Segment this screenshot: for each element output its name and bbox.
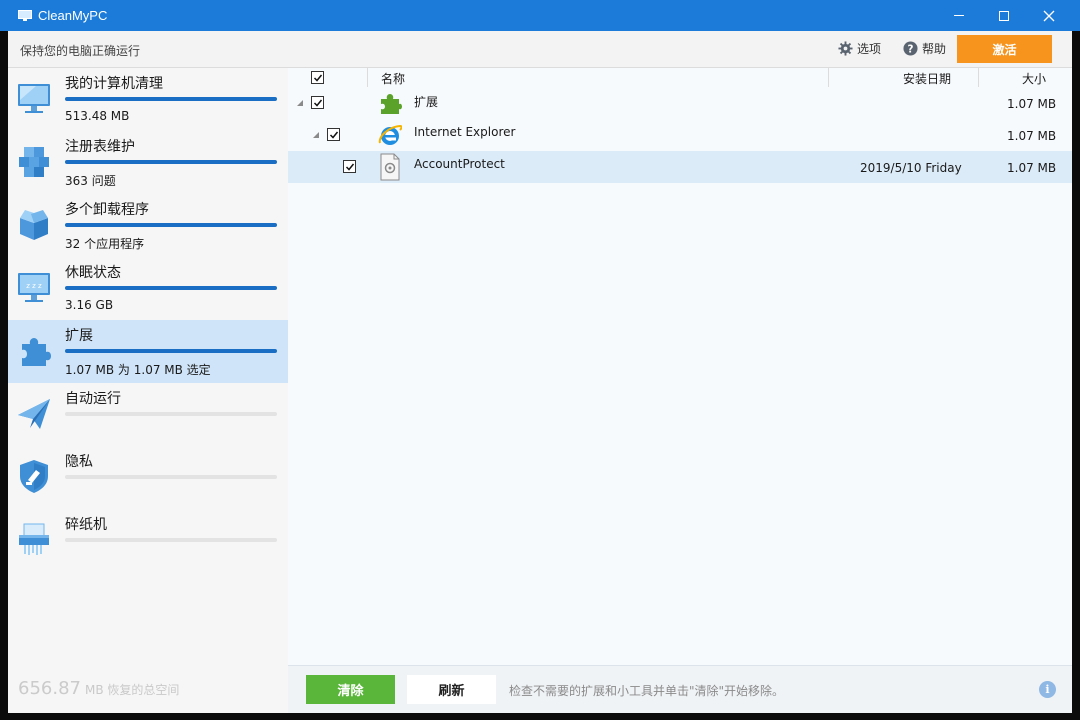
table-row[interactable]: Internet Explorer 1.07 MB [288, 119, 1072, 151]
column-size[interactable]: 大小 [1022, 70, 1046, 87]
collapse-arrow-icon[interactable] [313, 132, 319, 138]
help-label: 帮助 [922, 42, 947, 56]
svg-text:z z z: z z z [26, 282, 42, 290]
progress-bar [65, 538, 277, 542]
extension-file-icon [380, 153, 400, 181]
sleep-monitor-icon: z z z [18, 273, 50, 302]
column-name[interactable]: 名称 [381, 70, 405, 87]
sidebar-item-label: 我的计算机清理 [65, 76, 163, 92]
row-checkbox[interactable] [327, 128, 340, 141]
title-bar[interactable]: CleanMyPC [0, 0, 1080, 31]
sidebar-item-label: 扩展 [65, 328, 93, 344]
progress-bar [65, 475, 277, 479]
sidebar: 我的计算机清理 513.48 MB 注册表维护 363 问题 多个卸载程序 32… [8, 68, 288, 713]
sidebar-item-value: 32 个应用程序 [65, 237, 145, 251]
progress-bar [65, 97, 277, 101]
row-size: 1.07 MB [1007, 161, 1057, 175]
extensions-list-panel: 名称 安装日期 大小 扩展 1.07 MB Internet Explorer … [288, 68, 1072, 665]
sidebar-item-label: 注册表维护 [65, 139, 135, 155]
sidebar-item-hibernation[interactable]: z z z 休眠状态 3.16 GB [8, 257, 288, 320]
collapse-arrow-icon[interactable] [297, 100, 303, 106]
refresh-button[interactable]: 刷新 [407, 675, 496, 704]
activate-button[interactable]: 激活 [957, 35, 1052, 63]
shredder-icon [19, 523, 49, 555]
sidebar-item-extensions[interactable]: 扩展 1.07 MB 为 1.07 MB 选定 [8, 320, 288, 383]
row-size: 1.07 MB [1007, 129, 1057, 143]
total-recovered: 656.87 MB 恢复的总空间 [18, 678, 179, 699]
total-recovered-value: 656.87 [18, 678, 81, 699]
info-icon[interactable]: i [1039, 681, 1056, 698]
hint-text: 检查不需要的扩展和小工具并单击"清除"开始移除。 [509, 684, 785, 698]
tagline: 保持您的电脑正确运行 [20, 44, 141, 58]
row-name: AccountProtect [414, 157, 505, 171]
check-icon [329, 131, 338, 139]
table-row[interactable]: 扩展 1.07 MB [288, 87, 1072, 119]
sidebar-item-value: 1.07 MB 为 1.07 MB 选定 [65, 363, 211, 377]
row-checkbox[interactable] [311, 96, 324, 109]
column-install-date[interactable]: 安装日期 [903, 70, 951, 87]
sidebar-item-uninstaller[interactable]: 多个卸载程序 32 个应用程序 [8, 194, 288, 257]
options-label: 选项 [857, 42, 882, 56]
progress-bar [65, 160, 277, 164]
help-icon: ? [903, 41, 918, 56]
shield-icon [20, 460, 48, 493]
progress-bar [65, 349, 277, 353]
window-title: CleanMyPC [38, 8, 108, 23]
sidebar-item-value: 363 问题 [65, 174, 116, 188]
puzzle-icon [381, 94, 402, 114]
header-bar: 保持您的电脑正确运行 选项 ? 帮助 激活 [8, 31, 1072, 68]
sidebar-item-registry[interactable]: 注册表维护 363 问题 [8, 131, 288, 194]
minimize-button[interactable] [936, 0, 982, 31]
sidebar-item-value: 3.16 GB [65, 298, 114, 312]
action-footer: 清除 刷新 检查不需要的扩展和小工具并单击"清除"开始移除。 i [288, 665, 1072, 713]
select-all-checkbox[interactable] [311, 71, 324, 84]
table-header: 名称 安装日期 大小 [288, 68, 1072, 87]
close-button[interactable] [1026, 0, 1072, 31]
registry-cubes-icon [19, 147, 49, 177]
monitor-icon [18, 84, 50, 113]
progress-bar [65, 223, 277, 227]
app-logo-icon [18, 10, 32, 21]
sidebar-item-shredder[interactable]: 碎纸机 [8, 509, 288, 572]
svg-text:?: ? [908, 43, 914, 55]
maximize-button[interactable] [981, 0, 1027, 31]
total-recovered-label: MB 恢复的总空间 [84, 683, 180, 697]
close-icon [1043, 10, 1055, 21]
sidebar-item-label: 自动运行 [65, 391, 121, 407]
sidebar-item-label: 隐私 [65, 454, 93, 470]
sidebar-item-label: 碎纸机 [65, 517, 107, 533]
sidebar-item-autorun[interactable]: 自动运行 [8, 383, 288, 446]
sidebar-item-my-computer-cleanup[interactable]: 我的计算机清理 513.48 MB [8, 68, 288, 131]
sidebar-item-privacy[interactable]: 隐私 [8, 446, 288, 509]
row-name: Internet Explorer [414, 125, 516, 139]
progress-bar [65, 286, 277, 290]
check-icon [313, 99, 322, 107]
check-icon [345, 163, 354, 171]
row-install-date: 2019/5/10 Friday [860, 161, 962, 175]
progress-bar [65, 412, 277, 416]
internet-explorer-icon [378, 124, 402, 145]
gear-icon [838, 41, 853, 56]
puzzle-icon [22, 338, 51, 366]
maximize-icon [999, 10, 1009, 21]
clean-button[interactable]: 清除 [306, 675, 395, 704]
table-row[interactable]: AccountProtect 2019/5/10 Friday 1.07 MB [288, 151, 1072, 183]
sidebar-item-label: 休眠状态 [65, 265, 121, 281]
sidebar-item-value: 513.48 MB [65, 109, 130, 123]
sidebar-item-label: 多个卸载程序 [65, 202, 149, 218]
box-icon [20, 210, 48, 240]
row-checkbox[interactable] [343, 160, 356, 173]
check-icon [313, 74, 322, 82]
paper-plane-icon [18, 399, 50, 429]
help-button[interactable]: ? 帮助 [903, 40, 946, 57]
row-size: 1.07 MB [1007, 97, 1057, 111]
app-window: CleanMyPC 保持您的电脑正确运行 选项 ? 帮助 激活 我的计算机清理 … [0, 0, 1080, 720]
options-button[interactable]: 选项 [838, 40, 881, 57]
row-name: 扩展 [414, 95, 439, 109]
minimize-icon [954, 15, 964, 16]
